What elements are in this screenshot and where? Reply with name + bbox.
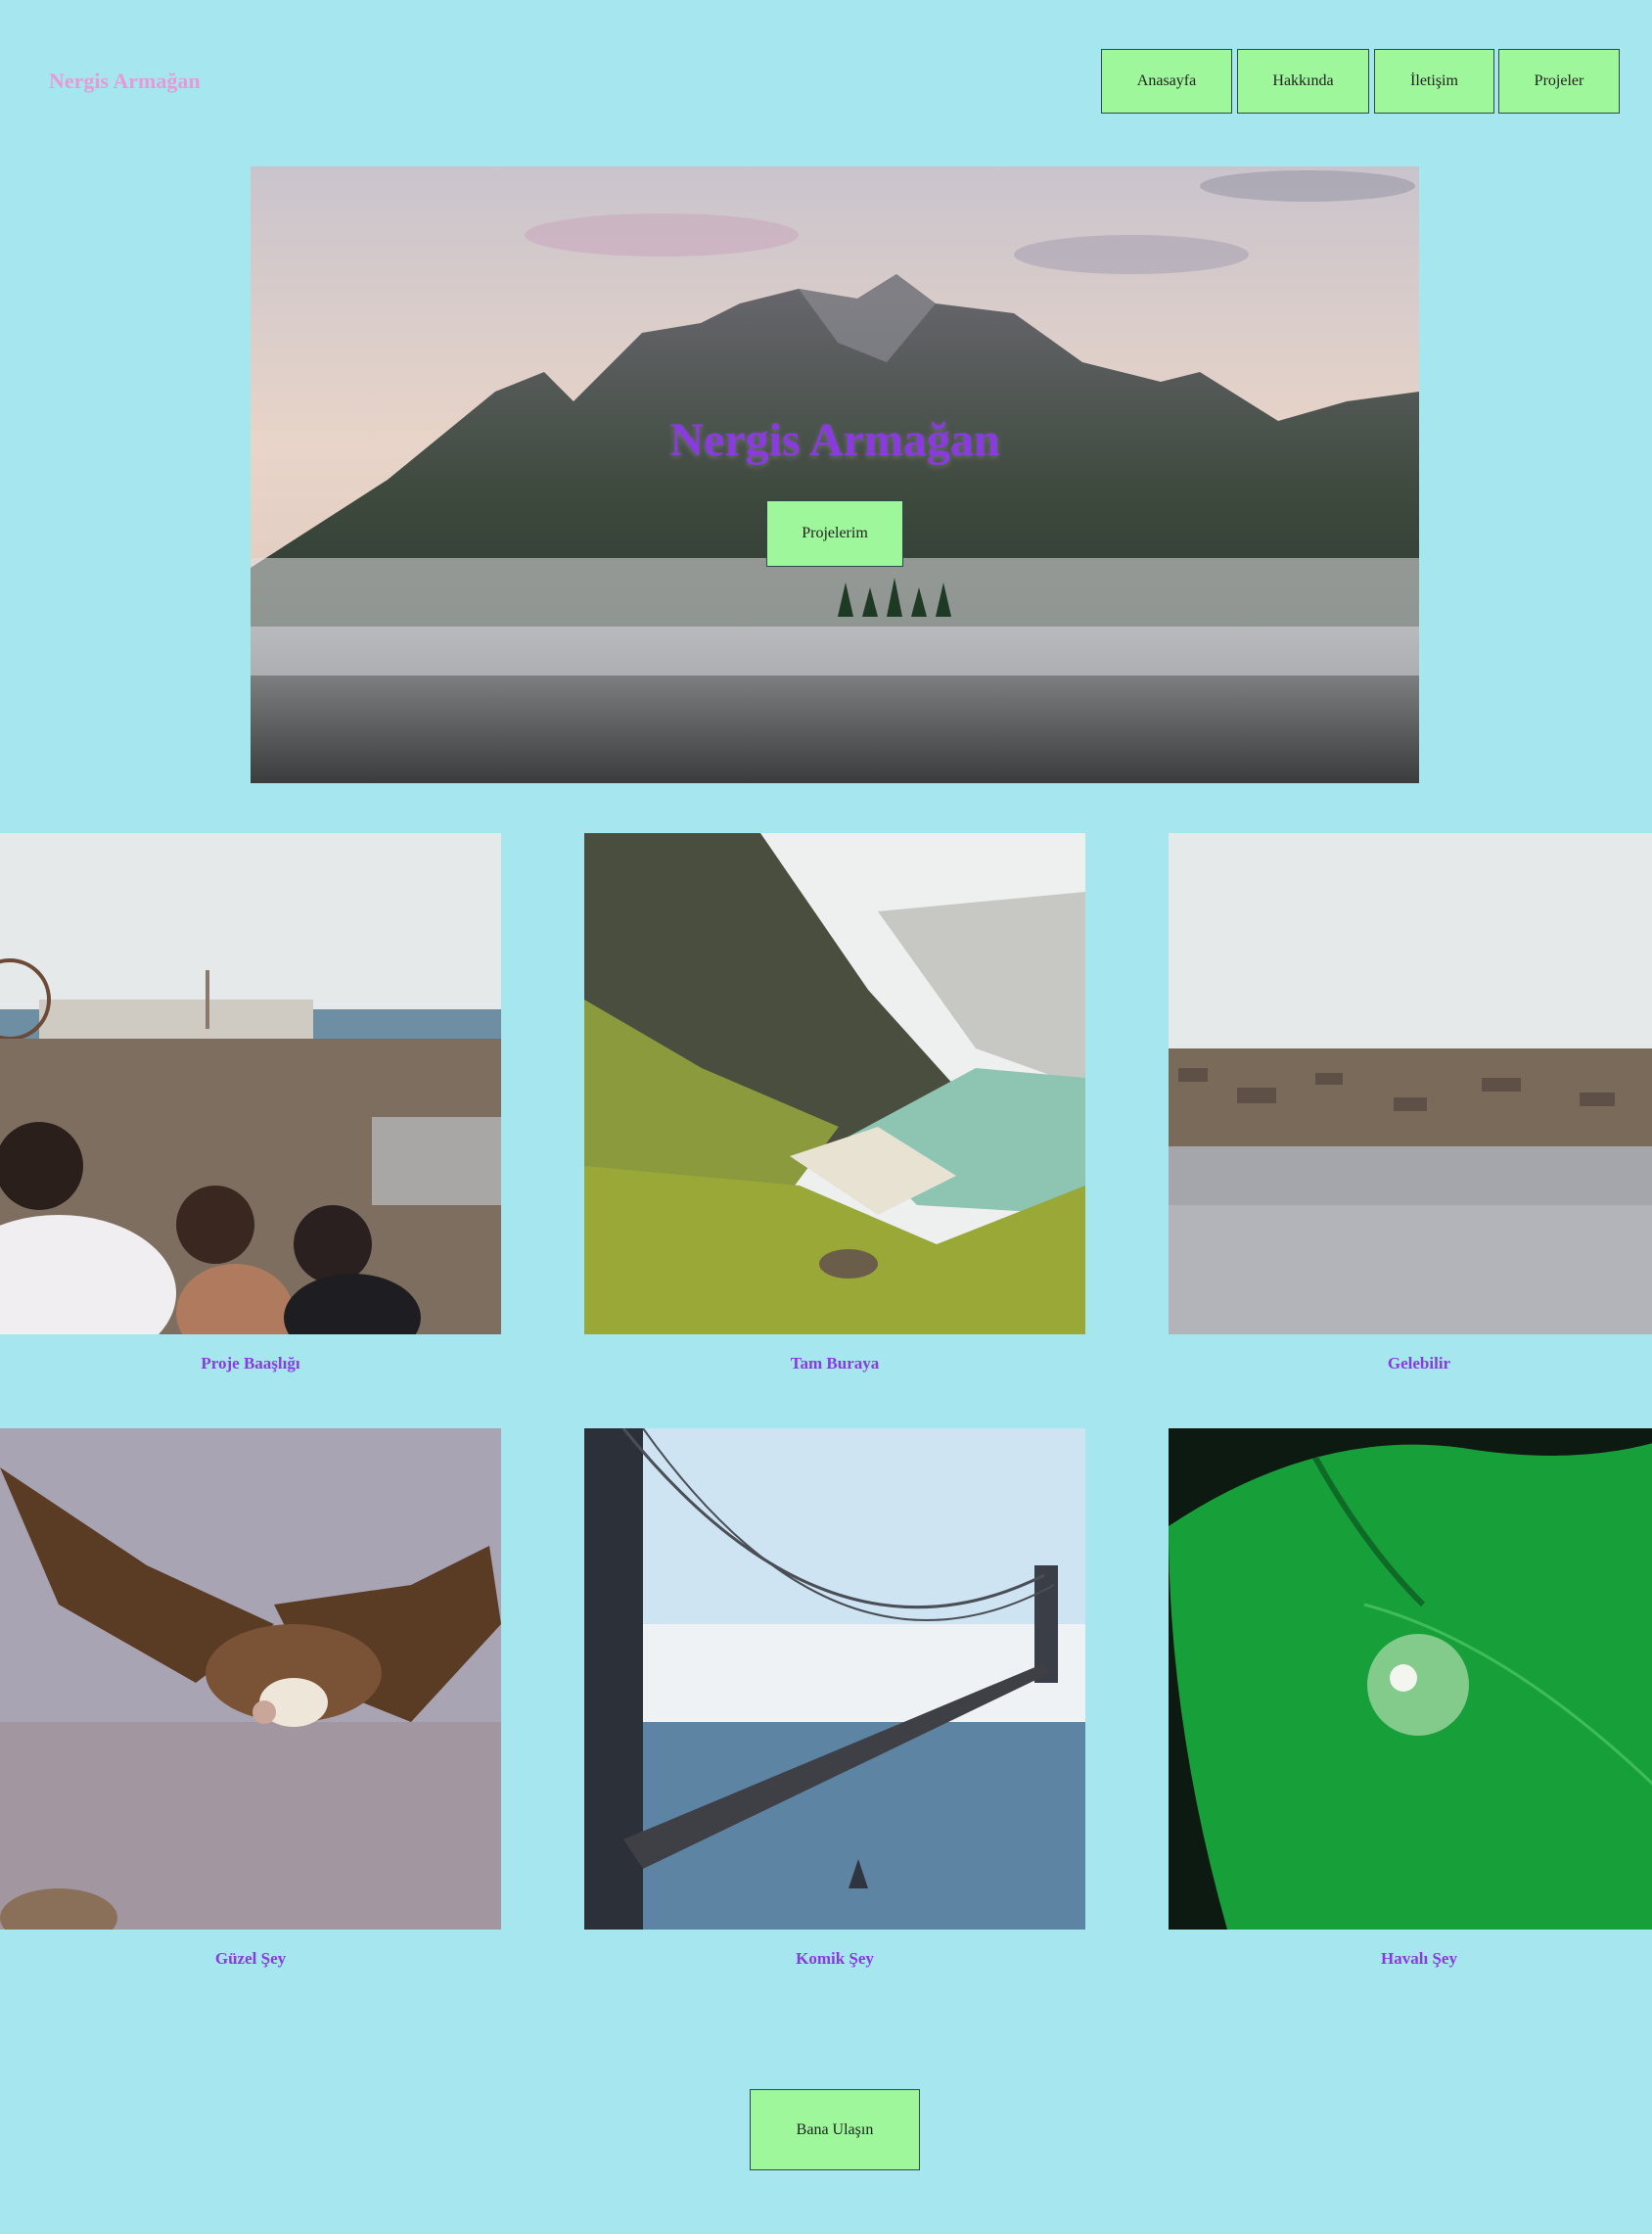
- project-title: Komik Şey: [796, 1949, 874, 1968]
- project-card[interactable]: Komik Şey: [584, 1428, 1085, 1969]
- nav-contact-button[interactable]: İletişim: [1374, 49, 1494, 114]
- hero-title: Nergis Armağan: [669, 414, 1000, 466]
- vulture-photo: [0, 1428, 501, 1930]
- hero-banner: Nergis Armağan Projelerim: [251, 166, 1419, 783]
- leaf-water-drop-photo: [1169, 1428, 1652, 1930]
- project-title: Güzel Şey: [214, 1949, 287, 1968]
- project-card[interactable]: Havalı Şey: [1169, 1428, 1652, 1969]
- coastal-valley-photo: [584, 833, 1085, 1334]
- mountain-landscape-image: [251, 166, 1419, 783]
- project-title: Tam Buraya: [790, 1354, 880, 1373]
- main-nav: Anasayfa Hakkında İletişim Projeler: [0, 49, 1652, 116]
- nav-projects-button[interactable]: Projeler: [1498, 49, 1620, 114]
- project-card[interactable]: Tam Buraya: [584, 833, 1085, 1373]
- project-card[interactable]: Proje Baaşlığı: [0, 833, 501, 1373]
- contact-button[interactable]: Bana Ulaşın: [750, 2089, 920, 2170]
- project-title: Gelebilir: [1387, 1354, 1451, 1373]
- project-title: Havalı Şey: [1381, 1949, 1457, 1968]
- project-card[interactable]: Güzel Şey: [0, 1428, 501, 1969]
- projects-cta-button[interactable]: Projelerim: [766, 500, 903, 567]
- nav-home-button[interactable]: Anasayfa: [1101, 49, 1232, 114]
- nav-about-button[interactable]: Hakkında: [1237, 49, 1369, 114]
- suspension-bridge-photo: [584, 1428, 1085, 1930]
- project-card[interactable]: Gelebilir: [1169, 833, 1652, 1373]
- stone-breakwater-photo: [1169, 833, 1652, 1334]
- crowd-boardwalk-photo: [0, 833, 501, 1334]
- project-title: Proje Baaşlığı: [201, 1354, 300, 1373]
